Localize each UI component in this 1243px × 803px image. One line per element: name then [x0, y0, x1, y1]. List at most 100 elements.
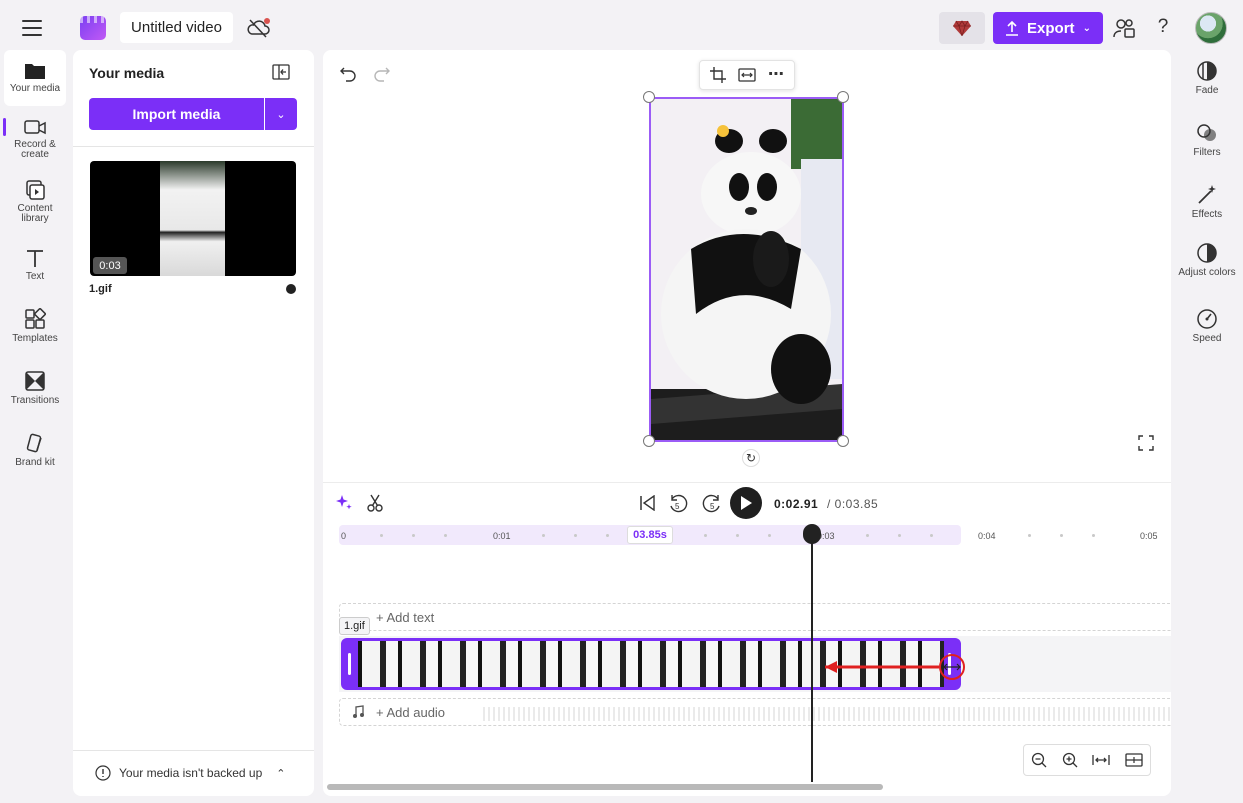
zoom-out-icon[interactable]	[1031, 752, 1047, 768]
fit-timeline-icon[interactable]	[1092, 753, 1110, 767]
diamond-icon	[953, 20, 971, 36]
forward-5-button[interactable]: 5	[701, 493, 723, 515]
avatar[interactable]	[1195, 12, 1227, 44]
clipchamp-logo	[80, 16, 106, 40]
share-people-icon[interactable]	[1113, 17, 1135, 39]
rail-label: Effects	[1191, 209, 1223, 220]
adjust-colors-icon	[1197, 243, 1217, 263]
rail-label: Your media	[9, 83, 61, 94]
resize-handle[interactable]	[837, 91, 849, 103]
panda-video-frame	[651, 99, 842, 440]
playhead[interactable]	[811, 528, 813, 782]
rail-speed[interactable]: Speed	[1177, 308, 1237, 344]
rail-content-library[interactable]: Content library	[4, 180, 66, 224]
rail-label: Brand kit	[15, 457, 55, 468]
rewind-seconds: 5	[675, 502, 680, 511]
zoom-in-icon[interactable]	[1062, 752, 1078, 768]
fullscreen-icon[interactable]	[1138, 435, 1154, 451]
add-text-label: + Add text	[376, 609, 435, 625]
redo-icon[interactable]	[373, 64, 391, 82]
tick-dot	[1028, 534, 1031, 537]
rotate-icon[interactable]: ↻	[742, 449, 760, 467]
rail-label: Speed	[1192, 333, 1222, 344]
project-title[interactable]: Untitled video	[120, 12, 233, 43]
rail-label: Content library	[17, 203, 53, 224]
rail-templates[interactable]: Templates	[4, 308, 66, 344]
premium-button[interactable]	[939, 12, 985, 44]
play-icon	[741, 496, 752, 510]
rail-effects[interactable]: Effects	[1177, 184, 1237, 220]
rail-label: Adjust colors	[1178, 267, 1236, 278]
tick-dot	[444, 534, 447, 537]
tick-label: 0:04	[978, 531, 996, 541]
resize-handle[interactable]	[837, 435, 849, 447]
help-icon[interactable]: ?	[1152, 16, 1174, 40]
more-options-icon[interactable]: ⋯	[768, 67, 784, 83]
divider	[323, 482, 1171, 483]
resize-handle[interactable]	[643, 91, 655, 103]
editor-area: ⋯ ↻ 5 5 0:02.91 / 0:03.85 0 0:01 0:03 0:…	[323, 50, 1171, 796]
rail-brand-kit[interactable]: Brand kit	[4, 432, 66, 468]
resize-handle[interactable]	[643, 435, 655, 447]
rail-filters[interactable]: Filters	[1177, 122, 1237, 158]
rail-label: Templates	[12, 333, 58, 344]
fit-icon[interactable]	[738, 68, 756, 82]
export-button[interactable]: Export ⌄	[993, 12, 1103, 44]
fade-icon	[1197, 61, 1217, 81]
rail-your-media[interactable]: Your media	[4, 50, 66, 106]
rail-label: Filters	[1193, 147, 1221, 158]
divider	[73, 750, 314, 751]
content-library-icon	[26, 180, 45, 200]
chevron-up-icon: ⌃	[276, 767, 286, 780]
export-label: Export	[1027, 19, 1075, 37]
tick-label: 0:01	[493, 531, 511, 541]
tick-dot	[866, 534, 869, 537]
import-media-button[interactable]: Import media	[89, 98, 264, 130]
collapse-panel-icon[interactable]	[272, 64, 290, 80]
rail-label: Text	[25, 271, 45, 282]
rail-transitions[interactable]: Transitions	[4, 370, 66, 406]
rail-fade[interactable]: Fade	[1177, 60, 1237, 96]
horizontal-scrollbar[interactable]	[327, 784, 883, 790]
rail-record-create[interactable]: Record & create	[4, 118, 66, 160]
folder-icon	[25, 64, 45, 79]
media-panel: Your media Import media ⌄ 0:03 1.gif You…	[73, 50, 314, 796]
annotation-arrow	[825, 654, 965, 680]
import-dropdown-button[interactable]: ⌄	[265, 98, 297, 130]
text-icon	[27, 250, 43, 267]
clip-trim-handle-left[interactable]	[348, 653, 351, 675]
backup-notice[interactable]: Your media isn't backed up ⌃	[95, 765, 286, 781]
undo-icon[interactable]	[339, 64, 357, 82]
media-filename: 1.gif	[89, 283, 112, 295]
menu-icon[interactable]	[22, 20, 42, 36]
media-panel-title: Your media	[89, 65, 165, 81]
play-button[interactable]	[730, 487, 762, 519]
transitions-icon	[25, 371, 45, 391]
video-canvas[interactable]	[649, 97, 844, 442]
speed-icon	[1197, 309, 1217, 329]
scissors-icon[interactable]	[367, 494, 383, 512]
crop-icon[interactable]	[710, 67, 726, 83]
chevron-down-icon: ⌄	[276, 108, 286, 121]
rewind-5-button[interactable]: 5	[667, 493, 689, 515]
music-note-icon	[353, 705, 364, 718]
forward-seconds: 5	[710, 502, 715, 511]
thumbnail-image	[160, 161, 225, 276]
tick-dot	[380, 534, 383, 537]
add-text-track[interactable]: + Add text	[339, 603, 1171, 631]
skip-back-icon[interactable]	[639, 495, 655, 511]
filters-icon	[1197, 124, 1216, 141]
chevron-down-icon: ⌄	[1082, 22, 1091, 34]
magic-sparkle-icon[interactable]	[336, 494, 352, 510]
rail-label: Transitions	[10, 395, 60, 406]
tick-dot	[736, 534, 739, 537]
rail-adjust-colors[interactable]: Adjust colors	[1177, 242, 1237, 278]
playhead-handle[interactable]	[803, 524, 821, 544]
rail-text[interactable]: Text	[4, 248, 66, 282]
add-audio-label: + Add audio	[376, 704, 446, 720]
cloud-off-icon[interactable]	[246, 16, 272, 40]
tick-dot	[1060, 534, 1063, 537]
expand-track-icon[interactable]	[1125, 753, 1143, 767]
media-thumbnail[interactable]: 0:03	[90, 161, 296, 276]
tick-dot	[898, 534, 901, 537]
